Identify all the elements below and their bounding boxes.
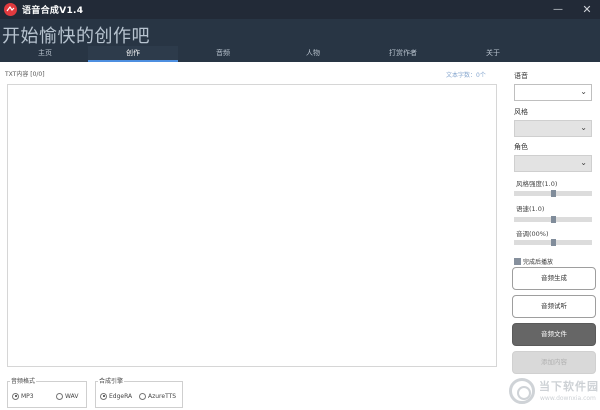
slogan: 开始愉快的创作吧 [2,26,150,47]
add-content-button[interactable]: 添加内容 [512,351,596,374]
minimize-button[interactable]: — [547,0,569,19]
chevron-down-icon: ⌄ [580,123,587,132]
watermark-url: www.downxia.com [540,395,596,402]
tab-bar: 主页 创作 音频 人物 打赏作者 关于 [0,46,600,62]
app-title: 语音合成V1.4 [22,6,84,16]
tab-about[interactable]: 关于 [448,46,538,62]
style-select[interactable]: ⌄ [514,120,592,137]
role-label: 角色 [514,143,528,151]
radio-mp3-label: MP3 [21,392,34,400]
radio-dot[interactable] [56,392,63,400]
slider-thumb[interactable] [551,239,556,246]
audio-format-group: 音频格式 MP3 WAV [7,376,87,408]
audio-format-title: 音频格式 [10,376,37,385]
role-select[interactable]: ⌄ [514,155,592,172]
radio-dot[interactable] [12,392,19,400]
generate-audio-button[interactable]: 音频生成 [512,267,596,290]
char-count: 文本字数：0个 [446,72,486,79]
radio-mp3[interactable]: MP3 [12,392,34,400]
title-bar: 语音合成V1.4 — ✕ [0,0,600,19]
tab-characters[interactable]: 人物 [268,46,358,62]
checkbox-box[interactable] [514,257,521,265]
speed-slider[interactable] [514,216,592,223]
radio-wav[interactable]: WAV [56,392,78,400]
chevron-down-icon: ⌄ [580,87,587,96]
radio-dot[interactable] [139,392,146,400]
preview-audio-button[interactable]: 音频试听 [512,295,596,318]
engine-group: 合成引擎 EdgeRA AzureTTS [95,376,183,408]
style-label: 风格 [514,108,528,116]
chevron-down-icon: ⌄ [580,158,587,167]
watermark-text: 当下软件园 [539,380,599,393]
txt-content-label: TXT内容 [0/0] [5,71,45,78]
tab-create[interactable]: 创作 [88,46,178,62]
play-after-done-label: 完成后播放 [523,258,554,266]
style-strength-slider[interactable] [514,190,592,197]
radio-edge-label: EdgeRA [109,392,133,400]
tab-home[interactable]: 主页 [0,46,90,62]
app-logo-icon [4,3,17,16]
voice-select[interactable]: ⌄ [514,84,592,101]
radio-azure-label: AzureTTS [148,392,177,400]
watermark: 当下软件园 www.downxia.com [509,376,600,408]
play-after-done-checkbox[interactable]: 完成后播放 [514,257,554,266]
watermark-logo-icon [509,378,535,404]
slider-thumb[interactable] [551,216,556,223]
audio-file-button[interactable]: 音频文件 [512,323,596,346]
radio-edge[interactable]: EdgeRA [100,392,132,400]
radio-wav-label: WAV [65,392,79,400]
tab-audio[interactable]: 音频 [178,46,268,62]
close-button[interactable]: ✕ [576,0,598,19]
engine-title: 合成引擎 [98,376,125,385]
tab-donate[interactable]: 打赏作者 [358,46,448,62]
style-strength-label: 风格强度(1.0) [516,180,558,188]
radio-dot[interactable] [100,392,107,400]
voice-label: 语音 [514,72,528,80]
text-input-area[interactable] [7,84,497,367]
slider-thumb[interactable] [551,190,556,197]
header-banner: 开始愉快的创作吧 主页 创作 音频 人物 打赏作者 关于 [0,19,600,62]
radio-azure[interactable]: AzureTTS [139,392,176,400]
pitch-label: 音调(00%) [516,230,549,238]
speed-label: 语速(1.0) [516,205,545,213]
pitch-slider[interactable] [514,239,592,246]
